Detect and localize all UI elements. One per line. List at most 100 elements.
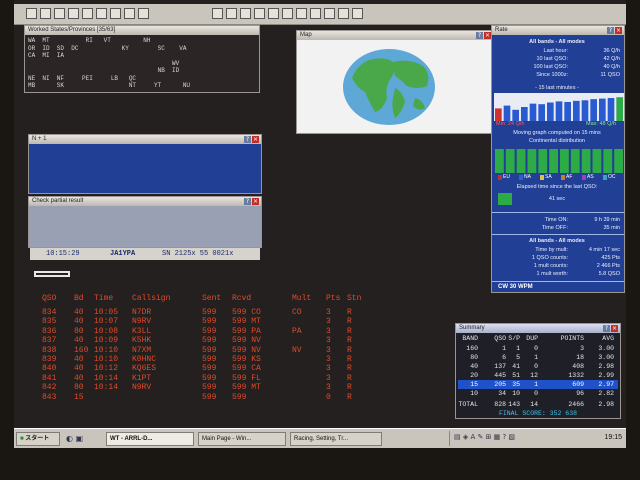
toolbar-help5-icon[interactable]: [268, 8, 279, 19]
log-row[interactable]: 841 40 10:14 K1PT 599 599 FL 3 R: [42, 374, 402, 383]
help-icon[interactable]: ?: [244, 198, 251, 205]
n-plus-one-title[interactable]: N + 1 ? ×: [29, 135, 261, 144]
toolbar-help9-icon[interactable]: [324, 8, 335, 19]
summary-cell: POINTS: [560, 335, 584, 342]
taskbar-task[interactable]: WT - ARRL-D...: [106, 432, 194, 446]
log-row[interactable]: 836 80 10:08 K3LL 599 599 PA PA 3 R: [42, 327, 402, 336]
worked-states-row: WV: [28, 59, 180, 67]
log-row[interactable]: 835 40 10:07 N9RV 599 599 MT 3 R: [42, 317, 402, 326]
summary-title[interactable]: Summary ? ×: [456, 324, 620, 333]
toolbar-tools-icon[interactable]: [110, 8, 121, 19]
check-partial-title[interactable]: Check partial result ? ×: [29, 197, 261, 206]
toolbar-help10-icon[interactable]: [338, 8, 349, 19]
log-row[interactable]: 842 80 10:14 N9RV 599 599 MT 3 R: [42, 383, 402, 392]
log-col-header[interactable]: Mult: [292, 294, 311, 303]
mult-line-label: Time by mult:: [535, 247, 568, 253]
summary-cell: 20: [470, 372, 478, 379]
toolbar-save-icon[interactable]: [54, 8, 65, 19]
log-col-header[interactable]: Pts: [326, 294, 340, 303]
log-col-header[interactable]: Rcvd: [232, 294, 251, 303]
summary-header-row[interactable]: BAND QSO S/P DUP POINTS AVG: [458, 334, 618, 343]
close-icon[interactable]: ×: [615, 27, 622, 34]
start-button[interactable]: ■ スタート: [16, 432, 60, 446]
summary-cell: 205: [494, 381, 506, 388]
log-col-header[interactable]: Stn: [347, 294, 361, 303]
taskbar-task[interactable]: Racing, Setting, Tr...: [290, 432, 382, 446]
toolbar-help2-icon[interactable]: [226, 8, 237, 19]
log-cell: 599: [202, 326, 217, 336]
log-col-header[interactable]: Callsign: [132, 294, 170, 303]
summary-row[interactable]: 40 137 41 0 408 2.98: [458, 362, 618, 371]
toolbar-help11-icon[interactable]: [352, 8, 363, 19]
log-row[interactable]: 840 40 10:12 KQ6ES 599 599 CA 3 R: [42, 364, 402, 373]
toolbar-bandmap-icon[interactable]: [82, 8, 93, 19]
tray-icons[interactable]: ▤ ◈ A ✎ ⊞ ▦ ? ▧: [454, 433, 515, 441]
summary-row[interactable]: 20 445 51 12 1332 2.99: [458, 371, 618, 380]
log-cell: R: [347, 345, 352, 355]
log-row[interactable]: 838 160 10:10 N7XM 599 599 NV NV 3 R: [42, 346, 402, 355]
ie-icon[interactable]: ◐: [66, 434, 73, 443]
toolbar-info-icon[interactable]: [138, 8, 149, 19]
log-row[interactable]: 839 40 10:10 K0HNC 599 599 KS 3 R: [42, 355, 402, 364]
log-cell: 3: [326, 383, 331, 393]
close-icon[interactable]: ×: [484, 32, 491, 39]
summary-cell: 408: [572, 363, 584, 370]
toolbar-open-icon[interactable]: [40, 8, 51, 19]
log-col-header[interactable]: QSO: [42, 294, 56, 303]
help-icon[interactable]: ?: [244, 136, 251, 143]
log-row[interactable]: 837 40 10:09 K5HK 599 599 NV 3 R: [42, 336, 402, 345]
continent-swatch: [561, 175, 565, 180]
summary-cell: 2.82: [598, 390, 614, 397]
toolbar-help6-icon[interactable]: [282, 8, 293, 19]
map-title[interactable]: Map ? ×: [297, 31, 493, 40]
help-icon[interactable]: ?: [476, 32, 483, 39]
log-col-header[interactable]: Bd: [74, 294, 84, 303]
callsign-entry-field[interactable]: [34, 271, 70, 277]
taskbar-task[interactable]: Main Page - Win...: [198, 432, 286, 446]
log-row[interactable]: 834 40 10:05 N7DR 599 599 CO CO 3 R: [42, 308, 402, 317]
taskbar-task-label: Main Page - Win...: [202, 436, 252, 442]
log-col-header[interactable]: Sent: [202, 294, 221, 303]
log-cell: R: [347, 392, 352, 402]
toolbar-print-icon[interactable]: [68, 8, 79, 19]
summary-row[interactable]: 160 1 1 0 3 3.00: [458, 344, 618, 353]
help-icon[interactable]: ?: [607, 27, 614, 34]
log-cell: 40: [74, 317, 84, 327]
toolbar-edit-icon[interactable]: [96, 8, 107, 19]
summary-row[interactable]: 15 205 35 1 609 2.97: [458, 380, 618, 389]
summary-cell: DUP: [526, 335, 538, 342]
summary-row[interactable]: 80 6 5 1 18 3.00: [458, 353, 618, 362]
log-col-header[interactable]: Time: [94, 294, 113, 303]
worked-states-row: NB ID: [28, 67, 180, 74]
summary-cell: TOTAL: [458, 401, 478, 408]
toolbar-help7-icon[interactable]: [296, 8, 307, 19]
help-icon[interactable]: ?: [603, 325, 610, 332]
continent-swatch: [582, 175, 586, 180]
toolbar-new-icon[interactable]: [26, 8, 37, 19]
log-cell: 10:14: [94, 373, 119, 383]
close-icon[interactable]: ×: [252, 136, 259, 143]
worked-states-row: MB SK NT YT NU: [28, 82, 191, 89]
clock[interactable]: 19:15: [604, 434, 622, 441]
mult-line-value: 4 min 17 sec: [588, 247, 620, 253]
continent-bar: [581, 149, 591, 173]
toolbar-help3-icon[interactable]: [240, 8, 251, 19]
rate-title[interactable]: Rate ? ×: [492, 26, 624, 35]
summary-row[interactable]: 10 34 10 0 96 2.82: [458, 389, 618, 398]
mult-line-value: 425 Pts: [601, 255, 620, 261]
log-row[interactable]: 843 15 599 599 0 R: [42, 393, 402, 402]
summary-total-row[interactable]: TOTAL 828 143 14 2466 2.98: [458, 400, 618, 409]
toolbar-help-icon[interactable]: [212, 8, 223, 19]
log-cell: 40: [74, 308, 84, 317]
toolbar-opt-icon[interactable]: [124, 8, 135, 19]
toolbar-help4-icon[interactable]: [254, 8, 265, 19]
close-icon[interactable]: ×: [611, 325, 618, 332]
log-cell: 80: [74, 383, 84, 393]
worked-states-title[interactable]: Worked States/Provinces [35/63]: [25, 26, 259, 35]
toolbar-help8-icon[interactable]: [310, 8, 321, 19]
world-map[interactable]: [297, 40, 493, 133]
summary-cell: AVG: [602, 335, 614, 342]
desktop-icon[interactable]: ▣: [76, 434, 84, 443]
continent-label: SA: [545, 174, 552, 180]
close-icon[interactable]: ×: [252, 198, 259, 205]
